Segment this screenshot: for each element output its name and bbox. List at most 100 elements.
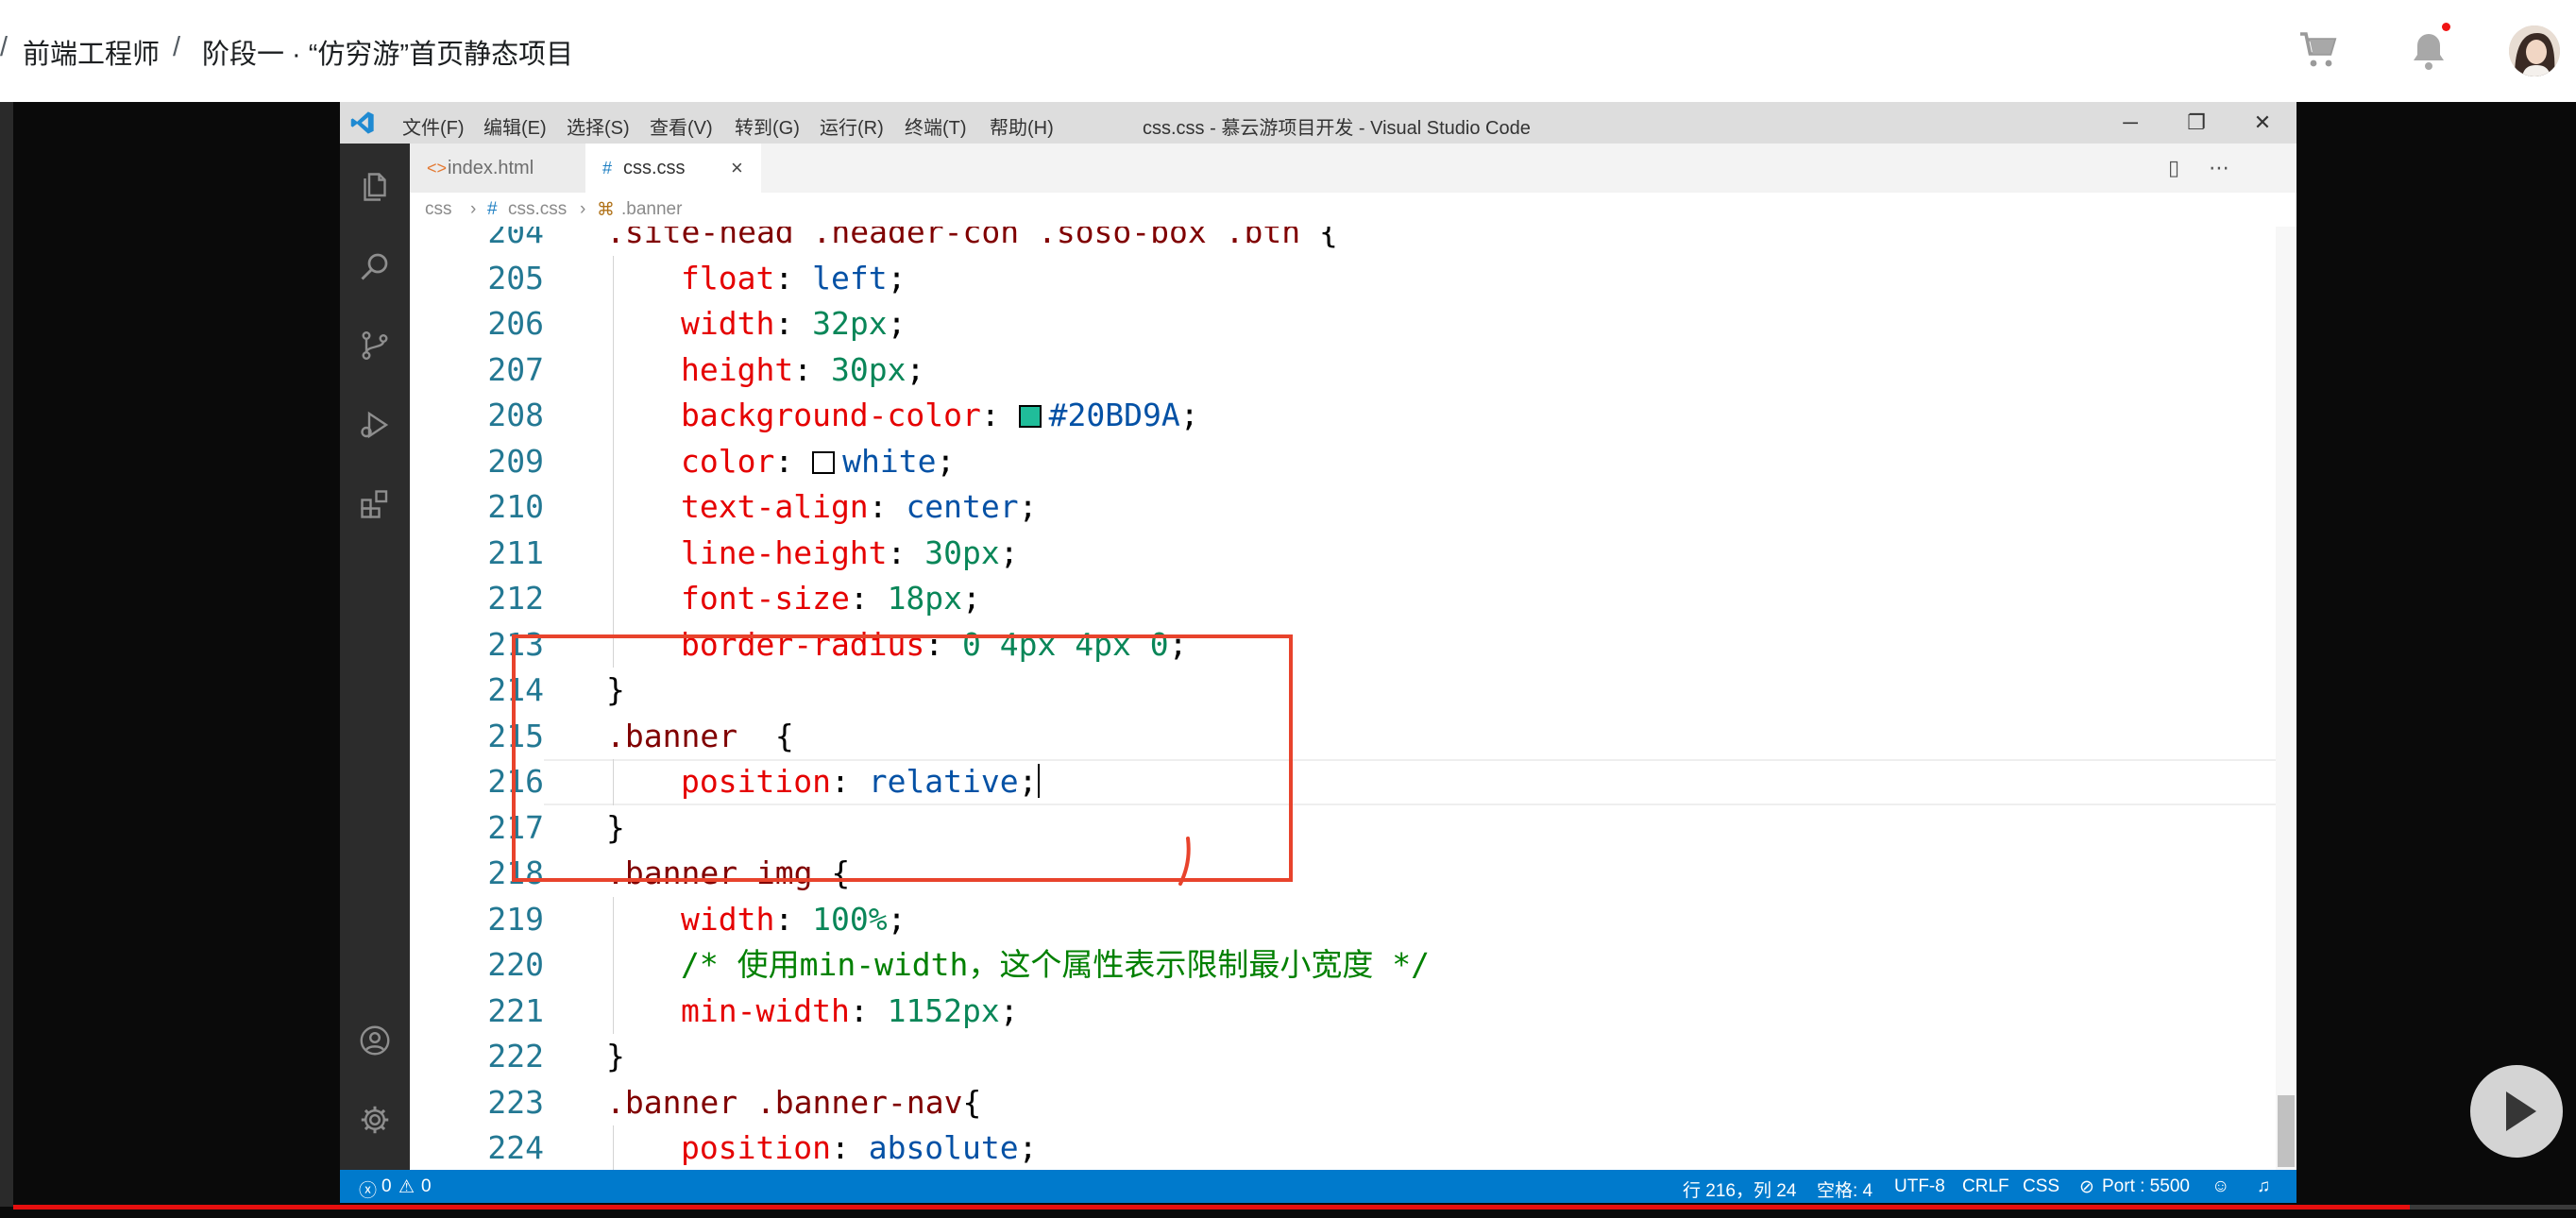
annotation-ink-stroke bbox=[1178, 837, 1191, 886]
code-token: /* 使用min-width，这个属性表示限制最小宽度 */ bbox=[681, 946, 1431, 983]
live-server-port[interactable]: Port : 5500 bbox=[2102, 1176, 2190, 1197]
menu-view[interactable]: 查看(V) bbox=[650, 112, 713, 140]
code-line[interactable]: 207 height: 30px; bbox=[410, 347, 2296, 394]
bell-icon[interactable] bbox=[2406, 28, 2451, 74]
code-token: 30px bbox=[924, 533, 1000, 571]
account-icon[interactable] bbox=[358, 1023, 392, 1057]
code-line[interactable]: 222} bbox=[410, 1034, 2296, 1080]
code-line[interactable]: 204 .site-head .header-con .soso-box .btn… bbox=[410, 227, 2296, 256]
menu-help[interactable]: 帮助(H) bbox=[990, 112, 1054, 140]
indentation[interactable]: 空格: 4 bbox=[1817, 1176, 1873, 1202]
code-token: ; bbox=[1179, 397, 1199, 433]
line-number: 219 bbox=[487, 900, 544, 938]
breadcrumb-symbol[interactable]: .banner bbox=[621, 199, 682, 220]
code-text: line-height: 30px; bbox=[681, 531, 1019, 577]
indent-guide bbox=[613, 301, 614, 347]
indent-guide bbox=[613, 896, 614, 942]
search-icon[interactable] bbox=[358, 249, 392, 283]
code-line[interactable]: 209 color: white; bbox=[410, 438, 2296, 485]
error-count[interactable]: 0 bbox=[381, 1176, 392, 1197]
code-token: } bbox=[606, 1038, 625, 1074]
notifications-bell-icon[interactable]: ♫ bbox=[2257, 1176, 2270, 1197]
editor-scrollbar[interactable] bbox=[2276, 227, 2296, 1176]
chevron-right-icon: › bbox=[580, 199, 586, 219]
code-text: } bbox=[606, 1034, 625, 1080]
warning-icon[interactable]: ⚠ bbox=[398, 1176, 415, 1198]
breadcrumb-folder[interactable]: css bbox=[425, 199, 452, 220]
indent-guide bbox=[613, 942, 614, 989]
cart-icon[interactable] bbox=[2296, 28, 2342, 74]
restore-button[interactable]: ❐ bbox=[2176, 108, 2217, 138]
extensions-icon[interactable] bbox=[358, 487, 392, 521]
code-line[interactable]: 212 font-size: 18px; bbox=[410, 576, 2296, 622]
encoding[interactable]: UTF-8 bbox=[1894, 1176, 1945, 1197]
minimize-button[interactable]: ─ bbox=[2110, 108, 2151, 138]
avatar[interactable] bbox=[2509, 25, 2560, 76]
menu-edit[interactable]: 编辑(E) bbox=[483, 112, 547, 140]
code-token: { bbox=[962, 1083, 982, 1121]
site-header: / 前端工程师 / 阶段一 · “仿穷游”首页静态项目 bbox=[0, 0, 2576, 102]
color-swatch[interactable] bbox=[1018, 405, 1042, 428]
video-progress-bar[interactable] bbox=[13, 1205, 2576, 1210]
code-text: text-align: center; bbox=[681, 484, 1038, 531]
menu-terminal[interactable]: 终端(T) bbox=[905, 112, 967, 140]
code-token: left bbox=[812, 259, 888, 296]
code-token: ; bbox=[887, 305, 907, 342]
breadcrumb-course-link[interactable]: 前端工程师 bbox=[23, 32, 160, 72]
cursor-position[interactable]: 行 216，列 24 bbox=[1683, 1176, 1796, 1202]
code-line[interactable]: 211 line-height: 30px; bbox=[410, 530, 2296, 577]
color-swatch[interactable] bbox=[812, 450, 836, 474]
code-text: height: 30px; bbox=[681, 347, 924, 394]
code-token: absolute bbox=[868, 1129, 1019, 1166]
code-line[interactable]: 220 /* 使用min-width，这个属性表示限制最小宽度 */ bbox=[410, 942, 2296, 989]
run-debug-icon[interactable] bbox=[358, 408, 392, 442]
play-button[interactable] bbox=[2470, 1065, 2563, 1158]
line-number: 212 bbox=[487, 580, 544, 617]
code-token: : bbox=[793, 350, 831, 388]
line-ending[interactable]: CRLF bbox=[1962, 1176, 2009, 1197]
code-token: ; bbox=[999, 533, 1019, 571]
more-actions-icon[interactable]: ⋯ bbox=[2206, 155, 2232, 181]
line-number: 205 bbox=[487, 259, 544, 296]
code-line[interactable]: 205 float: left; bbox=[410, 255, 2296, 301]
vscode-logo-icon bbox=[350, 111, 374, 134]
menu-run[interactable]: 运行(R) bbox=[820, 112, 884, 140]
code-line[interactable]: 224 position: absolute; bbox=[410, 1125, 2296, 1172]
code-text: color: white; bbox=[681, 439, 955, 485]
close-tab-icon[interactable]: × bbox=[731, 144, 743, 193]
tab-index-html[interactable]: <> index.html bbox=[410, 144, 585, 193]
warning-count[interactable]: 0 bbox=[421, 1176, 432, 1197]
code-token: : bbox=[774, 900, 813, 938]
feedback-icon[interactable]: ☺ bbox=[2212, 1176, 2229, 1197]
code-token: ; bbox=[887, 900, 907, 938]
explorer-icon[interactable] bbox=[358, 170, 392, 204]
language-mode[interactable]: CSS bbox=[2023, 1176, 2059, 1197]
gear-icon[interactable] bbox=[358, 1103, 392, 1137]
code-token: : bbox=[849, 580, 888, 617]
code-line[interactable]: 206 width: 32px; bbox=[410, 301, 2296, 347]
code-line[interactable]: 219 width: 100%; bbox=[410, 896, 2296, 942]
html-file-icon: <> bbox=[427, 159, 448, 178]
error-icon[interactable]: ⓧ bbox=[359, 1176, 377, 1202]
code-line[interactable]: 210 text-align: center; bbox=[410, 484, 2296, 531]
tab-css-css[interactable]: # css.css × bbox=[585, 144, 761, 193]
code-line[interactable]: 208 background-color: #20BD9A; bbox=[410, 393, 2296, 439]
code-token: .banner .banner-nav bbox=[606, 1083, 963, 1121]
menu-selection[interactable]: 选择(S) bbox=[567, 112, 630, 140]
code-line[interactable]: 221 min-width: 1152px; bbox=[410, 988, 2296, 1034]
split-editor-icon[interactable]: ▯ bbox=[2161, 155, 2187, 181]
menu-go[interactable]: 转到(G) bbox=[735, 112, 800, 140]
line-number: 223 bbox=[487, 1083, 544, 1121]
code-token: : bbox=[830, 1129, 869, 1166]
code-token: font-size bbox=[681, 580, 850, 617]
scrollbar-thumb[interactable] bbox=[2278, 1095, 2295, 1167]
source-control-icon[interactable] bbox=[358, 329, 392, 363]
code-token: .site-head .header-con .soso-box .btn bbox=[606, 227, 1319, 250]
code-token: ; bbox=[936, 442, 956, 480]
code-line[interactable]: 223 .banner .banner-nav{ bbox=[410, 1080, 2296, 1126]
breadcrumb-file[interactable]: css.css bbox=[508, 199, 567, 220]
indent-guide bbox=[613, 438, 614, 484]
menu-file[interactable]: 文件(F) bbox=[402, 112, 465, 140]
close-window-button[interactable]: ✕ bbox=[2242, 108, 2283, 138]
code-token: : bbox=[774, 259, 813, 296]
